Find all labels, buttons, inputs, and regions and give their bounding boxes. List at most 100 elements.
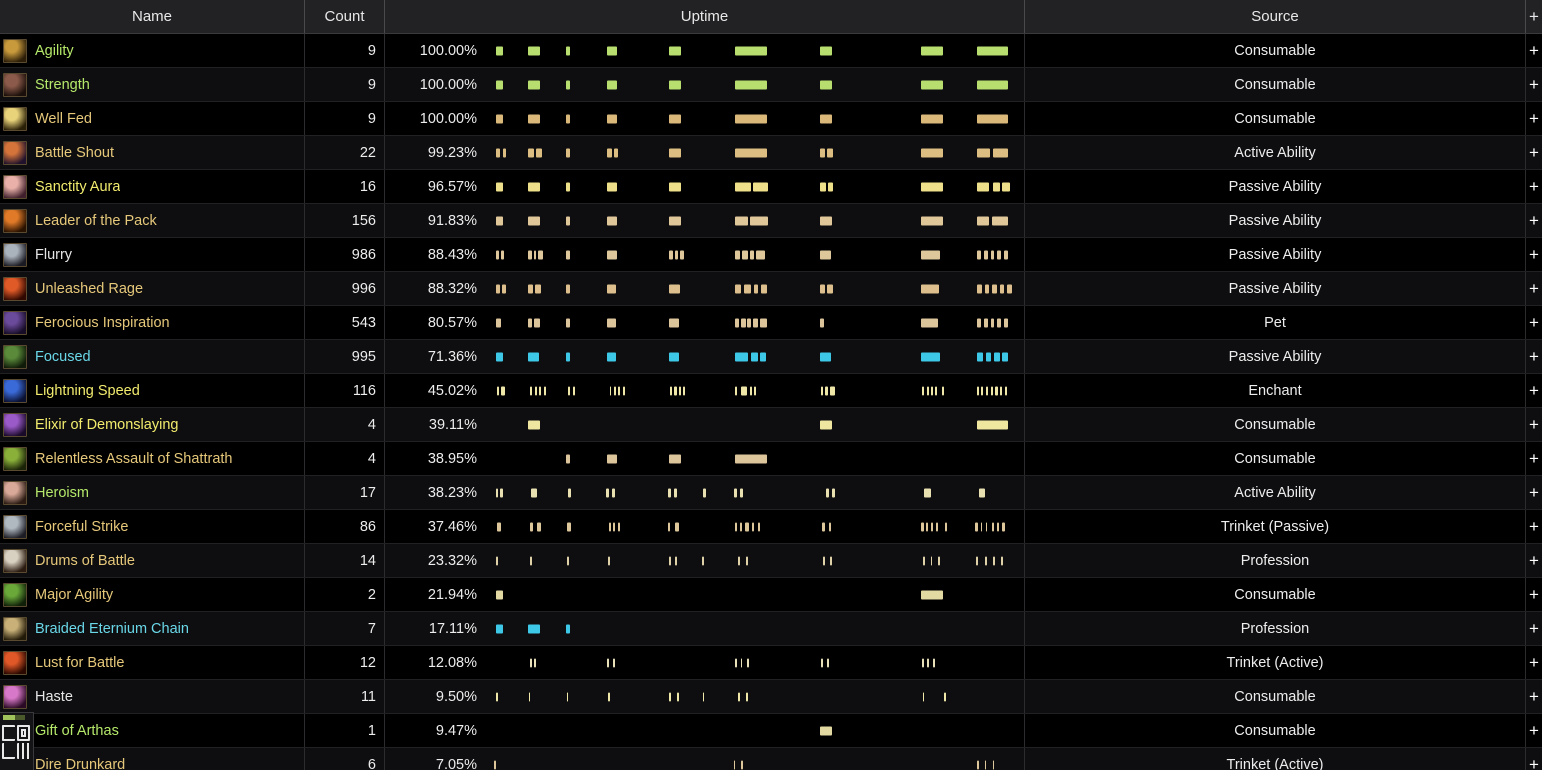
uptime-timeline[interactable] — [487, 510, 1022, 543]
expand-row-button[interactable]: + — [1526, 68, 1542, 101]
buff-name[interactable]: Battle Shout — [35, 145, 114, 161]
table-body-scroll[interactable]: Agility 9 100.00% Consumable + Strength 9 100.0… — [0, 34, 1542, 770]
spell-icon[interactable] — [3, 514, 27, 539]
uptime-timeline[interactable] — [487, 476, 1022, 509]
table-row[interactable]: Unleashed Rage 996 88.32% Passive Ability + — [0, 272, 1542, 306]
uptime-timeline[interactable] — [487, 136, 1022, 169]
column-header-count[interactable]: Count — [305, 0, 385, 33]
table-row[interactable]: Agility 9 100.00% Consumable + — [0, 34, 1542, 68]
buff-name[interactable]: Focused — [35, 349, 91, 365]
uptime-timeline[interactable] — [487, 442, 1022, 475]
table-row[interactable]: Flurry 986 88.43% Passive Ability + — [0, 238, 1542, 272]
uptime-timeline[interactable] — [487, 170, 1022, 203]
uptime-timeline[interactable] — [487, 408, 1022, 441]
buff-name[interactable]: Lust for Battle — [35, 655, 124, 671]
expand-row-button[interactable]: + — [1526, 204, 1542, 237]
uptime-timeline[interactable] — [487, 102, 1022, 135]
table-row[interactable]: Lightning Speed 116 45.02% Enchant + — [0, 374, 1542, 408]
expand-row-button[interactable]: + — [1526, 102, 1542, 135]
spell-icon[interactable] — [3, 480, 27, 505]
table-row[interactable]: Heroism 17 38.23% Active Ability + — [0, 476, 1542, 510]
buff-name[interactable]: Haste — [35, 689, 73, 705]
uptime-timeline[interactable] — [487, 578, 1022, 611]
buff-name[interactable]: Strength — [35, 77, 90, 93]
expand-row-button[interactable]: + — [1526, 408, 1542, 441]
spell-icon[interactable] — [3, 548, 27, 573]
table-row[interactable]: Elixir of Demonslaying 4 39.11% Consumable + — [0, 408, 1542, 442]
add-column-button[interactable]: + — [1526, 0, 1542, 33]
uptime-timeline[interactable] — [487, 272, 1022, 305]
expand-row-button[interactable]: + — [1526, 544, 1542, 577]
buff-name[interactable]: Ferocious Inspiration — [35, 315, 170, 331]
uptime-timeline[interactable] — [487, 612, 1022, 645]
buff-name[interactable]: Lightning Speed — [35, 383, 140, 399]
spell-icon[interactable] — [3, 378, 27, 403]
spell-icon[interactable] — [3, 38, 27, 63]
expand-row-button[interactable]: + — [1526, 578, 1542, 611]
buff-name[interactable]: Leader of the Pack — [35, 213, 157, 229]
buff-name[interactable]: Elixir of Demonslaying — [35, 417, 178, 433]
spell-icon[interactable] — [3, 310, 27, 335]
spell-icon[interactable] — [3, 616, 27, 641]
expand-row-button[interactable]: + — [1526, 510, 1542, 543]
spell-icon[interactable] — [3, 242, 27, 267]
minimap-widget-panel[interactable] — [0, 712, 34, 770]
uptime-timeline[interactable] — [487, 680, 1022, 713]
expand-row-button[interactable]: + — [1526, 238, 1542, 271]
expand-row-button[interactable]: + — [1526, 612, 1542, 645]
uptime-timeline[interactable] — [487, 748, 1022, 770]
buff-name[interactable]: Drums of Battle — [35, 553, 135, 569]
uptime-timeline[interactable] — [487, 646, 1022, 679]
table-row[interactable]: Drums of Battle 14 23.32% Profession + — [0, 544, 1542, 578]
expand-row-button[interactable]: + — [1526, 136, 1542, 169]
table-row[interactable]: Major Agility 2 21.94% Consumable + — [0, 578, 1542, 612]
buff-name[interactable]: Unleashed Rage — [35, 281, 143, 297]
spell-icon[interactable] — [3, 276, 27, 301]
expand-row-button[interactable]: + — [1526, 680, 1542, 713]
spell-icon[interactable] — [3, 684, 27, 709]
spell-icon[interactable] — [3, 174, 27, 199]
expand-row-button[interactable]: + — [1526, 170, 1542, 203]
expand-row-button[interactable]: + — [1526, 714, 1542, 747]
buff-name[interactable]: Forceful Strike — [35, 519, 128, 535]
expand-row-button[interactable]: + — [1526, 442, 1542, 475]
spell-icon[interactable] — [3, 106, 27, 131]
column-header-name[interactable]: Name — [0, 0, 305, 33]
table-row[interactable]: Relentless Assault of Shattrath 4 38.95% Co… — [0, 442, 1542, 476]
table-row[interactable]: Gift of Arthas 1 9.47% Consumable + — [0, 714, 1542, 748]
spell-icon[interactable] — [3, 344, 27, 369]
expand-row-button[interactable]: + — [1526, 272, 1542, 305]
spell-icon[interactable] — [3, 582, 27, 607]
table-row[interactable]: Strength 9 100.00% Consumable + — [0, 68, 1542, 102]
buff-name[interactable]: Heroism — [35, 485, 89, 501]
table-row[interactable]: Haste 11 9.50% Consumable + — [0, 680, 1542, 714]
table-row[interactable]: Well Fed 9 100.00% Consumable + — [0, 102, 1542, 136]
expand-row-button[interactable]: + — [1526, 748, 1542, 770]
buff-name[interactable]: Well Fed — [35, 111, 92, 127]
table-row[interactable]: Focused 995 71.36% Passive Ability + — [0, 340, 1542, 374]
table-row[interactable]: Ferocious Inspiration 543 80.57% Pet + — [0, 306, 1542, 340]
expand-row-button[interactable]: + — [1526, 340, 1542, 373]
table-row[interactable]: Braided Eternium Chain 7 17.11% Profession + — [0, 612, 1542, 646]
uptime-timeline[interactable] — [487, 68, 1022, 101]
uptime-timeline[interactable] — [487, 374, 1022, 407]
expand-row-button[interactable]: + — [1526, 646, 1542, 679]
expand-row-button[interactable]: + — [1526, 34, 1542, 67]
table-row[interactable]: Sanctity Aura 16 96.57% Passive Ability + — [0, 170, 1542, 204]
expand-row-button[interactable]: + — [1526, 374, 1542, 407]
buff-name[interactable]: Sanctity Aura — [35, 179, 120, 195]
uptime-timeline[interactable] — [487, 204, 1022, 237]
spell-icon[interactable] — [3, 650, 27, 675]
column-header-uptime[interactable]: Uptime — [385, 0, 1025, 33]
buff-name[interactable]: Braided Eternium Chain — [35, 621, 189, 637]
expand-row-button[interactable]: + — [1526, 306, 1542, 339]
column-header-source[interactable]: Source — [1025, 0, 1526, 33]
buff-name[interactable]: Relentless Assault of Shattrath — [35, 451, 232, 467]
uptime-timeline[interactable] — [487, 714, 1022, 747]
buff-name[interactable]: Dire Drunkard — [35, 757, 125, 770]
buff-name[interactable]: Gift of Arthas — [35, 723, 119, 739]
table-row[interactable]: Leader of the Pack 156 91.83% Passive Abili… — [0, 204, 1542, 238]
uptime-timeline[interactable] — [487, 306, 1022, 339]
buff-name[interactable]: Major Agility — [35, 587, 113, 603]
buff-name[interactable]: Agility — [35, 43, 74, 59]
